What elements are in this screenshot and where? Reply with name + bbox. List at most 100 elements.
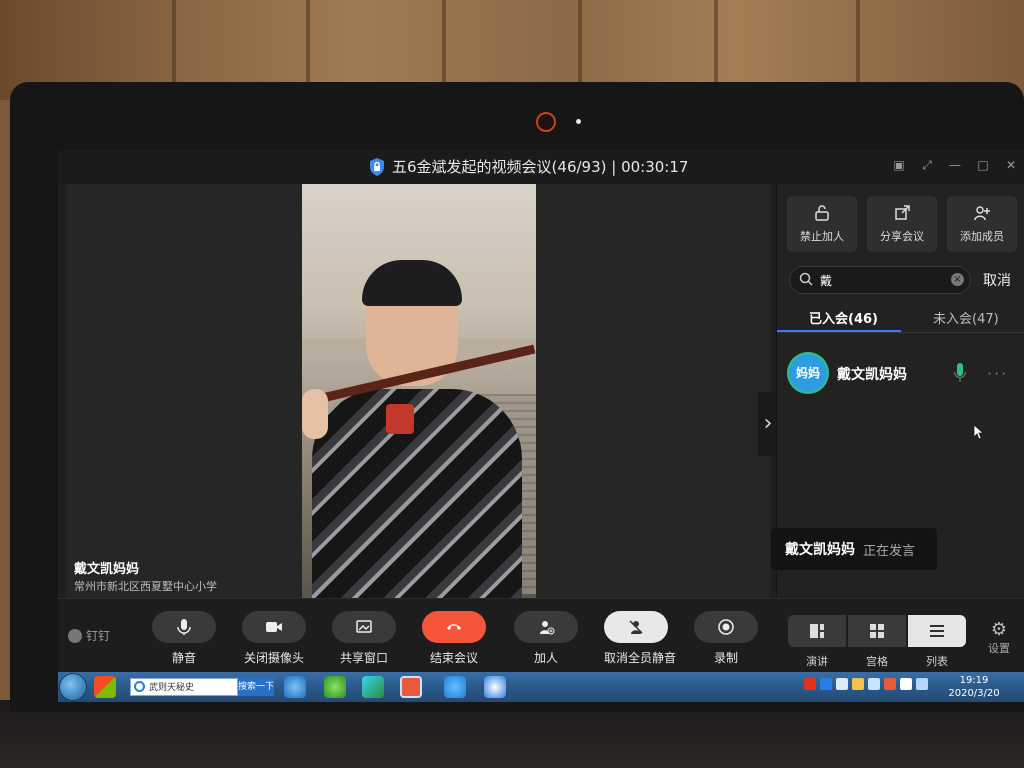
windows-taskbar: 武则天秘史 搜索一下 19:19 2020/3/20 bbox=[58, 672, 1024, 702]
camera-off-label: 关闭摄像头 bbox=[243, 651, 304, 665]
search-query: 戴 bbox=[820, 274, 833, 288]
system-clock[interactable]: 19:19 2020/3/20 bbox=[944, 674, 1004, 700]
ie-logo-icon bbox=[134, 681, 145, 692]
chat-app-icon[interactable] bbox=[484, 676, 506, 698]
end-meeting-button[interactable]: 结束会议 bbox=[422, 611, 486, 667]
speaker-volume-icon[interactable] bbox=[900, 678, 912, 690]
lock-meeting-button[interactable]: 禁止加人 bbox=[787, 196, 857, 252]
browser-search-box[interactable]: 武则天秘史 bbox=[130, 678, 238, 696]
grid-layout-label: 宫格 bbox=[866, 655, 888, 668]
active-tab-indicator bbox=[777, 330, 901, 332]
end-meeting-label: 结束会议 bbox=[429, 651, 478, 665]
microphone-icon[interactable] bbox=[953, 362, 967, 384]
camera-off-button[interactable]: 关闭摄像头 bbox=[242, 611, 306, 667]
speaking-member-name: 戴文凯妈妈 bbox=[785, 542, 855, 558]
start-button[interactable] bbox=[60, 674, 86, 700]
add-member-button[interactable]: 添加成员 bbox=[947, 196, 1017, 252]
mute-button[interactable]: 静音 bbox=[152, 611, 216, 667]
dingtalk-taskbar-icon[interactable] bbox=[444, 676, 466, 698]
hang-up-icon bbox=[447, 624, 461, 630]
speech-layout-button[interactable]: 演讲 bbox=[788, 615, 846, 669]
title-bar: 五6金斌发起的视频会议(46/93) | 00:30:17 ▣ ⤢ — □ ✕ bbox=[58, 150, 1024, 184]
add-user-icon bbox=[540, 621, 555, 635]
tray-app-icon[interactable] bbox=[884, 678, 896, 690]
lock-icon bbox=[815, 205, 829, 221]
grid-layout-button[interactable]: 宫格 bbox=[848, 615, 906, 669]
dingtalk-logo: 钉钉 bbox=[68, 627, 110, 644]
minimize-icon[interactable]: — bbox=[948, 158, 962, 172]
presentation-app-icon[interactable] bbox=[400, 676, 422, 698]
participants-panel: 禁止加人 分享会议 添加成员 戴 × 取消 已入会(46) 未入会(47) 妈妈… bbox=[771, 184, 1024, 598]
share-window-label: 共享窗口 bbox=[339, 651, 388, 665]
browser-icon[interactable] bbox=[324, 676, 346, 698]
app-launcher-icon[interactable] bbox=[94, 676, 116, 698]
video-person-hand bbox=[302, 389, 328, 439]
add-member-label: 添加成员 bbox=[960, 230, 1004, 243]
flag-icon[interactable] bbox=[868, 678, 880, 690]
add-person-label: 加人 bbox=[533, 651, 558, 665]
video-stage: 戴文凯妈妈 常州市新北区西夏墅中心小学 › bbox=[66, 184, 778, 598]
mute-label: 静音 bbox=[171, 651, 196, 665]
video-person-shirt bbox=[386, 404, 414, 434]
gear-icon: ⚙ bbox=[990, 619, 1008, 640]
shield-lock-icon bbox=[370, 157, 384, 176]
tab-not-joined[interactable]: 未入会(47) bbox=[933, 308, 999, 327]
taskbar-search-button[interactable]: 搜索一下 bbox=[238, 678, 274, 696]
add-person-button[interactable]: 加人 bbox=[514, 611, 578, 667]
webcam-icon bbox=[536, 112, 556, 132]
participant-video[interactable] bbox=[302, 184, 536, 598]
more-options-icon[interactable]: ··· bbox=[987, 364, 1008, 383]
speech-layout-label: 演讲 bbox=[806, 655, 828, 668]
picture-in-picture-icon[interactable]: ▣ bbox=[892, 158, 906, 172]
fullscreen-icon[interactable]: ⤢ bbox=[920, 158, 934, 172]
mouse-cursor-icon bbox=[973, 424, 983, 440]
member-search-input[interactable]: 戴 × bbox=[789, 266, 971, 294]
chevron-right-icon[interactable]: › bbox=[758, 392, 778, 456]
lock-meeting-label: 禁止加人 bbox=[800, 230, 844, 243]
record-button[interactable]: 录制 bbox=[694, 611, 758, 667]
add-user-icon bbox=[974, 206, 990, 221]
speaker-name: 戴文凯妈妈 bbox=[74, 562, 140, 577]
grid-layout-icon bbox=[870, 624, 884, 638]
help-icon[interactable] bbox=[820, 678, 832, 690]
record-label: 录制 bbox=[713, 651, 738, 665]
share-window-button[interactable]: 共享窗口 bbox=[332, 611, 396, 667]
clear-search-icon[interactable]: × bbox=[951, 273, 964, 286]
brand-label: 钉钉 bbox=[86, 629, 111, 643]
video-person-body bbox=[312, 389, 522, 598]
member-name: 戴文凯妈妈 bbox=[837, 367, 907, 383]
settings-button[interactable]: ⚙ 设置 bbox=[984, 619, 1014, 656]
share-icon bbox=[895, 205, 910, 220]
video-camera-icon bbox=[266, 622, 282, 632]
share-meeting-button[interactable]: 分享会议 bbox=[867, 196, 937, 252]
layout-switcher: 演讲 宫格 列表 bbox=[788, 615, 966, 669]
video-person-hair bbox=[362, 260, 462, 306]
meeting-title: 五6金斌发起的视频会议(46/93) | 00:30:17 bbox=[392, 158, 689, 176]
cancel-search-button[interactable]: 取消 bbox=[983, 270, 1011, 290]
speaker-organization: 常州市新北区西夏墅中心小学 bbox=[74, 580, 217, 593]
panel-tools: 禁止加人 分享会议 添加成员 bbox=[787, 196, 1017, 252]
list-layout-button[interactable]: 列表 bbox=[908, 615, 966, 669]
title-group: 五6金斌发起的视频会议(46/93) | 00:30:17 bbox=[368, 156, 688, 177]
sogou-ime-icon[interactable] bbox=[804, 678, 816, 690]
media-player-icon[interactable] bbox=[362, 676, 384, 698]
list-item[interactable]: 妈妈 戴文凯妈妈 ··· bbox=[777, 344, 1024, 400]
tray-arrow-icon[interactable] bbox=[836, 678, 848, 690]
list-layout-icon bbox=[930, 625, 944, 637]
clock-time: 19:19 bbox=[959, 675, 989, 686]
clock-date: 2020/3/20 bbox=[948, 688, 1000, 699]
tab-joined[interactable]: 已入会(46) bbox=[809, 308, 878, 327]
maximize-icon[interactable]: □ bbox=[976, 158, 990, 172]
mute-all-icon bbox=[629, 620, 643, 634]
signal-icon[interactable] bbox=[916, 678, 928, 690]
network-status-icon[interactable] bbox=[852, 678, 864, 690]
search-icon bbox=[799, 272, 813, 286]
speech-layout-icon bbox=[810, 624, 824, 638]
close-icon[interactable]: ✕ bbox=[1004, 158, 1018, 172]
microphone-icon bbox=[177, 619, 191, 635]
ie-icon[interactable] bbox=[284, 676, 306, 698]
webcam-light-icon bbox=[576, 119, 581, 124]
window-controls: ▣ ⤢ — □ ✕ bbox=[892, 158, 1018, 172]
list-layout-label: 列表 bbox=[926, 655, 948, 668]
unmute-all-button[interactable]: 取消全员静音 bbox=[604, 611, 676, 667]
